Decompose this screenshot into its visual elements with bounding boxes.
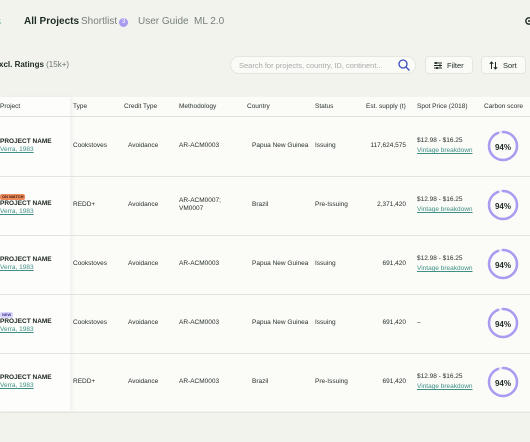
methodology: AR-ACM0003: [179, 378, 220, 385]
vintage-breakdown-link[interactable]: Vintage breakdown: [417, 206, 473, 213]
est-supply: 691,420: [382, 319, 407, 326]
table-row[interactable]: PROJECT NAME Verra, 1983 REDD+ Avoidance…: [0, 353, 530, 413]
table-header: Project Type Credit Type Methodology Cou…: [0, 97, 530, 117]
col-header-credit-type[interactable]: Credit Type: [124, 103, 157, 110]
methodology: AR-ACM0003: [179, 319, 220, 326]
project-name: PROJECT NAME: [0, 138, 52, 145]
spot-price: $12.98 - $16.25: [417, 373, 463, 380]
methodology: AR-ACM0003: [179, 142, 220, 149]
project-name: PROJECT NAME: [0, 200, 52, 207]
ratings-filter-label: xcl. Ratings: [0, 60, 44, 69]
project-registry-link[interactable]: Verra, 1983: [0, 326, 34, 333]
nav-edge-fragment: s: [0, 14, 1, 28]
sort-icon: [489, 61, 498, 70]
filter-button-label: Filter: [447, 61, 464, 70]
col-header-est-supply[interactable]: Est. supply (t): [366, 103, 406, 110]
project-registry-link[interactable]: Verra, 1983: [0, 146, 34, 153]
carbon-score-value: 94%: [494, 379, 511, 388]
project-registry-link[interactable]: Verra, 1983: [0, 382, 34, 389]
methodology: AR-ACM0003: [179, 260, 220, 267]
ratings-filter-count: (15k+): [46, 60, 70, 69]
tab-all-projects[interactable]: All Projects: [24, 16, 79, 27]
project-type: Cookstoves: [73, 142, 107, 149]
country: Papua New Guinea: [252, 319, 309, 326]
col-header-status[interactable]: Status: [315, 103, 333, 110]
est-supply: 691,420: [382, 260, 407, 267]
table-row[interactable]: PROJECT NAME Verra, 1983 Cookstoves Avoi…: [0, 235, 530, 295]
credit-type: Avoidance: [128, 201, 159, 208]
spot-price: $12.98 - $16.25: [417, 137, 463, 144]
project-name: PROJECT NAME: [0, 256, 52, 263]
status: Pre-Issuing: [315, 378, 348, 385]
col-header-spot-price[interactable]: Spot Price (2018): [417, 103, 468, 110]
col-header-project[interactable]: Project: [0, 103, 20, 110]
vintage-breakdown-link[interactable]: Vintage breakdown: [417, 265, 473, 272]
vintage-breakdown-link[interactable]: Vintage breakdown: [417, 147, 473, 154]
carbon-score-value: 94%: [494, 202, 511, 211]
table-row[interactable]: NEW PROJECT NAME Verra, 1983 Cookstoves …: [0, 294, 530, 354]
status: Issuing: [315, 319, 336, 326]
vintage-breakdown-link[interactable]: Vintage breakdown: [417, 383, 473, 390]
project-registry-link[interactable]: Verra, 1983: [0, 264, 34, 271]
est-supply: 691,420: [382, 378, 407, 385]
search-bar[interactable]: Search for projects, country, ID, contin…: [230, 56, 416, 74]
project-type: REDD+: [73, 201, 96, 208]
methodology-secondary: VM0007: [179, 205, 204, 212]
spot-price: $12.98 - $16.25: [417, 196, 463, 203]
country: Brazil: [252, 201, 269, 208]
tab-ml-2[interactable]: ML 2.0: [194, 16, 224, 27]
tab-user-guide[interactable]: User Guide: [138, 16, 189, 27]
filter-icon: [434, 61, 442, 70]
project-name: PROJECT NAME: [0, 374, 52, 381]
country: Papua New Guinea: [252, 142, 309, 149]
ratings-filter-heading: xcl. Ratings (15k+): [0, 60, 69, 69]
country: Papua New Guinea: [252, 260, 309, 267]
credit-type: Avoidance: [128, 142, 159, 149]
sort-button-label: Sort: [503, 61, 517, 70]
projects-table: Project Type Credit Type Methodology Cou…: [0, 97, 530, 413]
tab-shortlist[interactable]: Shortlist 3: [81, 16, 129, 27]
credit-type: Avoidance: [128, 260, 159, 267]
filter-button[interactable]: Filter: [425, 56, 473, 74]
sort-button[interactable]: Sort: [481, 56, 526, 74]
credit-type: Avoidance: [128, 378, 159, 385]
gear-icon[interactable]: [524, 15, 530, 27]
est-supply: 2,371,420: [377, 201, 406, 208]
top-nav: s All Projects Shortlist3 User Guide ML …: [0, 0, 530, 44]
carbon-score-value: 94%: [494, 143, 511, 152]
status: Pre-Issuing: [315, 201, 348, 208]
col-header-carbon-score[interactable]: Carbon score: [484, 103, 523, 110]
methodology: AR-ACM0007;: [179, 197, 221, 204]
status: Issuing: [315, 260, 336, 267]
shortlist-count-badge: 3: [119, 18, 129, 27]
table-row[interactable]: PROJECT NAME Verra, 1983 Cookstoves Avoi…: [0, 117, 530, 177]
project-type: Cookstoves: [73, 319, 107, 326]
col-header-type[interactable]: Type: [73, 103, 87, 110]
project-type: Cookstoves: [73, 260, 107, 267]
country: Brazil: [252, 378, 269, 385]
spot-price: –: [417, 319, 421, 326]
est-supply: 117,624,575: [370, 142, 406, 149]
project-name: PROJECT NAME: [0, 318, 52, 325]
search-icon[interactable]: [397, 58, 411, 72]
tab-shortlist-label: Shortlist: [81, 16, 118, 27]
status: Issuing: [315, 142, 336, 149]
col-header-country[interactable]: Country: [247, 103, 270, 110]
spot-price: $12.98 - $16.25: [417, 255, 463, 262]
credit-type: Avoidance: [128, 319, 159, 326]
project-registry-link[interactable]: Verra, 1983: [0, 208, 34, 215]
carbon-score-value: 94%: [494, 261, 511, 270]
table-row[interactable]: ON WATCH PROJECT NAME Verra, 1983 REDD+ …: [0, 176, 530, 236]
search-placeholder: Search for projects, country, ID, contin…: [239, 61, 383, 70]
project-type: REDD+: [73, 378, 96, 385]
carbon-score-value: 94%: [494, 320, 511, 329]
col-header-methodology[interactable]: Methodology: [179, 103, 216, 110]
